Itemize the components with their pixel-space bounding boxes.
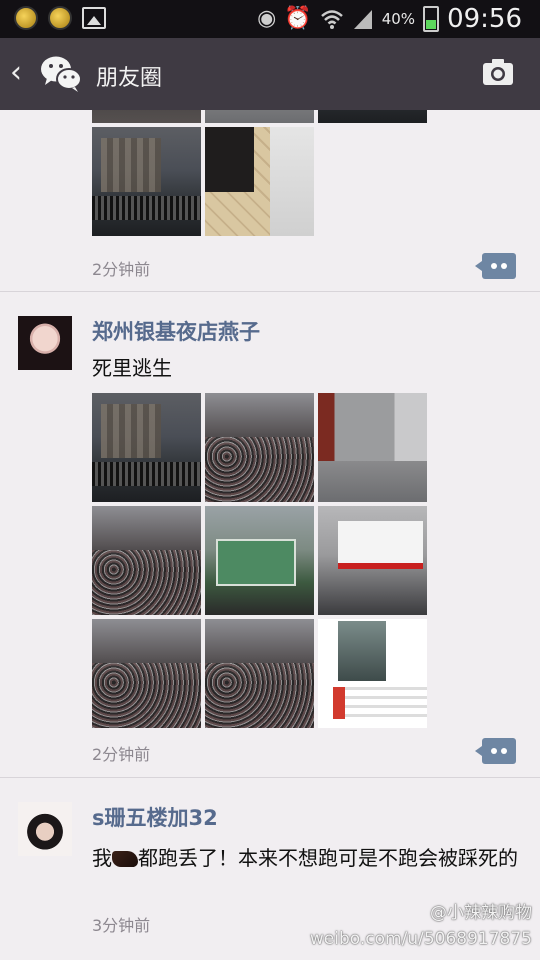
battery-icon xyxy=(423,6,440,32)
post-photo[interactable] xyxy=(318,619,427,728)
eye-icon: ◉ xyxy=(257,6,277,31)
post-text-rest: 都跑丢了！本来不想跑可是不跑会被踩死的 xyxy=(138,846,518,870)
watermark-url: weibo.com/u/5068917875 xyxy=(309,929,532,949)
comment-icon[interactable] xyxy=(475,253,516,279)
signal-icon xyxy=(353,10,372,29)
post-photo[interactable] xyxy=(92,393,201,502)
post-photo[interactable] xyxy=(92,506,201,615)
watermark-handle: @小辣辣购物 xyxy=(430,903,532,923)
post-photo[interactable] xyxy=(92,110,201,123)
image-icon xyxy=(82,7,106,29)
comment-icon[interactable] xyxy=(475,738,516,764)
photo-grid xyxy=(92,110,427,236)
post-photo[interactable] xyxy=(318,110,427,123)
wechat-logo-icon[interactable] xyxy=(38,50,84,96)
moments-feed[interactable]: 2分钟前 郑州银基夜店燕子 死里逃生 2分钟前 s珊五楼加32 我 都跑丢了！本来… xyxy=(0,110,540,960)
post-author[interactable]: s珊五楼加32 xyxy=(92,802,218,832)
post-photo[interactable] xyxy=(318,506,427,615)
post-photo[interactable] xyxy=(92,127,201,236)
avatar[interactable] xyxy=(18,316,72,370)
post-author[interactable]: 郑州银基夜店燕子 xyxy=(92,316,260,346)
battery-percent: 40% xyxy=(381,10,416,28)
post-text: 死里逃生 xyxy=(92,356,172,380)
divider xyxy=(0,291,540,292)
post-time: 2分钟前 xyxy=(92,745,151,764)
status-indicators: ◉ ⏰ 40% 09:56 xyxy=(257,4,522,34)
camera-icon[interactable] xyxy=(482,58,514,86)
post-time: 3分钟前 xyxy=(92,916,151,935)
notification-icon xyxy=(14,6,38,30)
post-photo[interactable] xyxy=(318,393,427,502)
divider xyxy=(0,777,540,778)
avatar[interactable] xyxy=(18,802,72,856)
photo-grid xyxy=(92,393,427,728)
post-photo[interactable] xyxy=(205,506,314,615)
notification-icon xyxy=(48,6,72,30)
status-notifications xyxy=(14,6,106,30)
post-photo[interactable] xyxy=(205,619,314,728)
wifi-icon xyxy=(320,10,343,29)
post-photo[interactable] xyxy=(205,393,314,502)
alarm-icon: ⏰ xyxy=(284,6,312,31)
watermark: @小辣辣购物 weibo.com/u/5068917875 xyxy=(310,900,532,952)
post-photo[interactable] xyxy=(92,619,201,728)
page-title: 朋友圈 xyxy=(96,66,163,91)
post-photo[interactable] xyxy=(205,127,314,236)
clock: 09:56 xyxy=(447,4,522,34)
status-bar: ◉ ⏰ 40% 09:56 xyxy=(0,0,540,38)
post-time: 2分钟前 xyxy=(92,260,151,279)
shoe-emoji-icon xyxy=(112,851,138,867)
nav-bar: ‹ 朋友圈 xyxy=(0,38,540,110)
chevron-left-icon[interactable]: ‹ xyxy=(10,56,22,90)
post-text: 我 都跑丢了！本来不想跑可是不跑会被踩死的 xyxy=(92,844,522,872)
post-text-start: 我 xyxy=(92,846,112,870)
post-photo[interactable] xyxy=(205,110,314,123)
